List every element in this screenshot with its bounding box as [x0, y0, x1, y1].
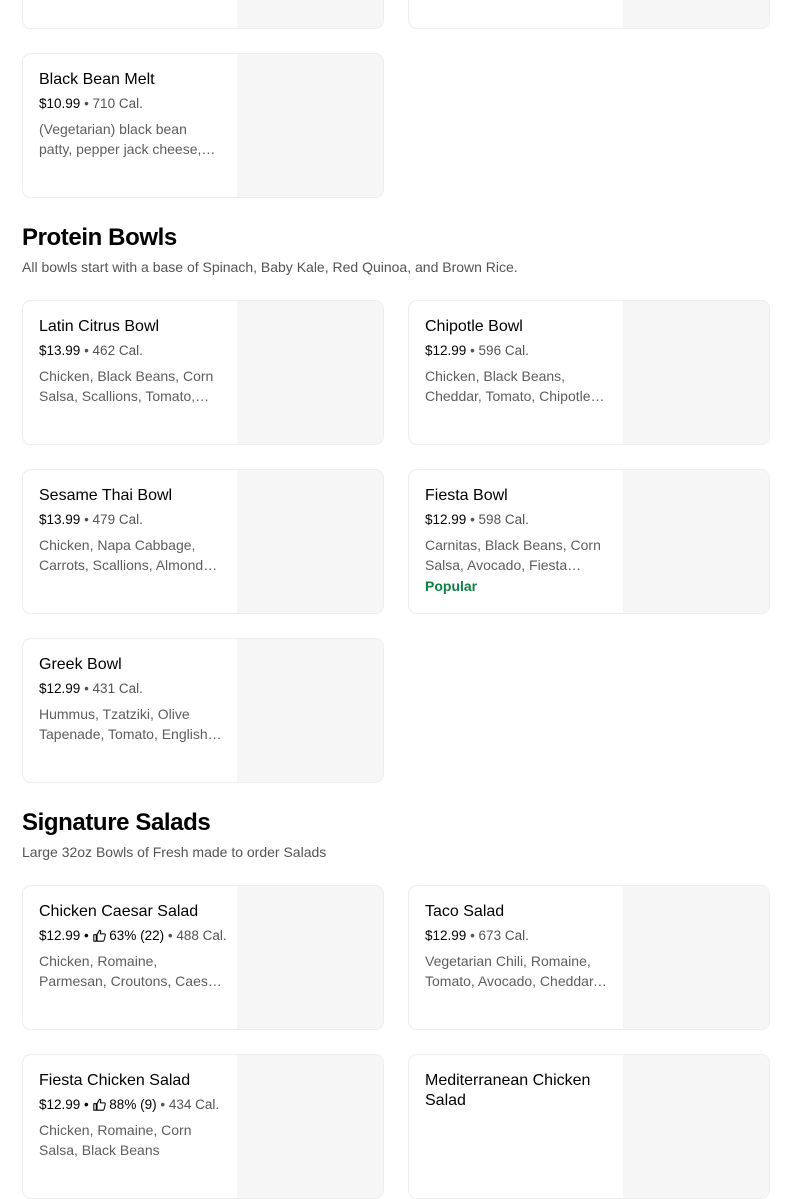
- menu-item-card[interactable]: [408, 0, 770, 29]
- menu-item-price: $12.99: [39, 1097, 81, 1112]
- menu-item-price: $13.99: [39, 343, 81, 358]
- menu-item-calories: 710 Cal.: [92, 96, 143, 111]
- menu-item-rating: 63% (22): [109, 928, 165, 943]
- menu-item-image: [237, 0, 383, 28]
- section-title: Protein Bowls: [22, 224, 177, 251]
- menu-item-card[interactable]: Black Bean Melt $10.99 • 710 Cal. (Vegetar…: [22, 53, 384, 198]
- menu-item-card[interactable]: Sesame Thai Bowl $13.99 • 479 Cal. Chicken…: [22, 469, 384, 614]
- section-header: Protein Bowls All bowls start with a base…: [22, 224, 772, 276]
- menu-item-info: Taco Salad $12.99 • 673 Cal. Vegetarian Ch…: [425, 902, 609, 991]
- menu-item-description: Chicken, Romaine, Parmesan, Croutons, Ca…: [39, 953, 221, 989]
- section-subtitle: Large 32oz Bowls of Fresh made to order …: [22, 844, 327, 860]
- menu-item-name: Chicken Caesar Salad: [39, 903, 199, 920]
- menu-item-card[interactable]: Latin Citrus Bowl $13.99 • 462 Cal. Chicke…: [22, 300, 384, 445]
- menu-item-card[interactable]: Chipotle Bowl $12.99 • 596 Cal. Chicken, B…: [408, 300, 770, 445]
- section-title: Signature Salads: [22, 809, 211, 836]
- popular-badge: Popular: [425, 578, 478, 594]
- menu-item-card[interactable]: Fiesta Bowl $12.99 • 598 Cal. Carnitas, Bl…: [408, 469, 770, 614]
- menu-item-calories: 673 Cal.: [478, 928, 529, 943]
- thumbs-up-icon: [92, 929, 106, 942]
- menu-grid: Black Bean Melt $10.99 • 710 Cal. (Vegetar…: [22, 0, 772, 198]
- thumbs-up-icon: [92, 1098, 106, 1111]
- menu-item-calories: 596 Cal.: [478, 343, 529, 358]
- menu-item-meta: $12.99 • 596 Cal.: [425, 343, 529, 358]
- menu-item-price: $12.99: [425, 343, 467, 358]
- menu-item-rating: 88% (9): [109, 1097, 157, 1112]
- menu-item-description: Chicken, Black Beans, Cheddar, Tomato, C…: [425, 368, 591, 404]
- menu-item-card[interactable]: Mediterranean Chicken Salad: [408, 1054, 770, 1199]
- menu-item-name: Greek Bowl: [39, 656, 122, 673]
- menu-item-price: $12.99: [39, 681, 81, 696]
- menu-item-name: Black Bean Melt: [39, 71, 155, 88]
- menu-item-price: $10.99: [39, 96, 81, 111]
- menu-item-card[interactable]: [22, 0, 384, 29]
- menu-item-name: Chipotle Bowl: [425, 318, 523, 335]
- menu-item-calories: 434 Cal.: [168, 1097, 220, 1112]
- menu-item-meta: $12.99 • 431 Cal.: [39, 681, 143, 696]
- menu-item-meta: $12.99 • 88% (9) • 434 Cal.: [39, 1097, 220, 1112]
- menu-item-description: (Vegetarian) black bean patty, pepper ja…: [39, 121, 202, 157]
- menu-item-name: Latin Citrus Bowl: [39, 318, 160, 335]
- menu-item-price: $13.99: [39, 512, 81, 527]
- menu-item-calories: 488 Cal.: [176, 928, 227, 943]
- menu-item-image: [237, 886, 383, 1029]
- menu-item-info: Sesame Thai Bowl $13.99 • 479 Cal. Chicken…: [39, 486, 223, 575]
- menu-item-image: [623, 1055, 769, 1198]
- menu-item-calories: 431 Cal.: [92, 681, 143, 696]
- menu-item-meta: $12.99 • 673 Cal.: [425, 928, 529, 943]
- section-subtitle: All bowls start with a base of Spinach, …: [22, 259, 518, 275]
- menu-item-image: [237, 470, 383, 613]
- menu-item-description: Chicken, Napa Cabbage, Carrots, Scallion…: [39, 537, 215, 573]
- menu-item-price: $12.99: [39, 928, 81, 943]
- menu-item-meta: $12.99 • 598 Cal.: [425, 512, 529, 527]
- menu-item-meta: $10.99 • 710 Cal.: [39, 96, 143, 111]
- menu-item-image: [237, 639, 383, 782]
- menu-item-meta: $12.99 • 63% (22) • 488 Cal.: [39, 928, 227, 943]
- menu-page: Black Bean Melt $10.99 • 710 Cal. (Vegetar…: [22, 0, 772, 1199]
- menu-item-info: Latin Citrus Bowl $13.99 • 462 Cal. Chicke…: [39, 317, 223, 406]
- menu-item-info: Fiesta Bowl $12.99 • 598 Cal. Carnitas, Bl…: [425, 486, 609, 595]
- menu-item-name: Fiesta Chicken Salad: [39, 1072, 191, 1089]
- menu-grid: Chicken Caesar Salad $12.99 • 63% (22) • …: [22, 885, 772, 1199]
- section-header: Signature Salads Large 32oz Bowls of Fres…: [22, 809, 772, 861]
- menu-item-name: Sesame Thai Bowl: [39, 487, 173, 504]
- menu-item-description: Carnitas, Black Beans, Corn Salsa, Avoca…: [425, 537, 601, 573]
- menu-item-image: [623, 886, 769, 1029]
- menu-item-image: [237, 301, 383, 444]
- menu-item-calories: 462 Cal.: [92, 343, 143, 358]
- menu-item-card[interactable]: Chicken Caesar Salad $12.99 • 63% (22) • …: [22, 885, 384, 1030]
- menu-item-price: $12.99: [425, 928, 467, 943]
- menu-item-info: Mediterranean Chicken Salad: [425, 1071, 609, 1116]
- menu-item-info: Chipotle Bowl $12.99 • 596 Cal. Chicken, B…: [425, 317, 609, 406]
- menu-item-calories: 598 Cal.: [478, 512, 529, 527]
- menu-item-info: Chicken Caesar Salad $12.99 • 63% (22) • …: [39, 902, 227, 991]
- menu-item-price: $12.99: [425, 512, 467, 527]
- menu-item-description: Vegetarian Chili, Romaine, Tomato, Avoca…: [425, 953, 597, 989]
- menu-grid: Latin Citrus Bowl $13.99 • 462 Cal. Chicke…: [22, 300, 772, 783]
- menu-item-name: Fiesta Bowl: [425, 487, 508, 504]
- menu-item-image: [623, 470, 769, 613]
- menu-item-info: Greek Bowl $12.99 • 431 Cal. Hummus, Tzatz…: [39, 655, 223, 744]
- menu-item-image: [623, 301, 769, 444]
- menu-item-meta: $13.99 • 462 Cal.: [39, 343, 143, 358]
- menu-item-image: [237, 1055, 383, 1198]
- menu-item-info: Fiesta Chicken Salad $12.99 • 88% (9) • 4…: [39, 1071, 223, 1160]
- menu-item-meta: $13.99 • 479 Cal.: [39, 512, 143, 527]
- menu-item-info: Black Bean Melt $10.99 • 710 Cal. (Vegetar…: [39, 70, 223, 159]
- menu-item-description: Chicken, Romaine, Corn Salsa, Black Bean…: [39, 1122, 192, 1158]
- menu-item-card[interactable]: Fiesta Chicken Salad $12.99 • 88% (9) • 4…: [22, 1054, 384, 1199]
- menu-item-description: Hummus, Tzatziki, Olive Tapenade, Tomato…: [39, 706, 208, 742]
- menu-item-name: Taco Salad: [425, 903, 505, 920]
- menu-item-card[interactable]: Greek Bowl $12.99 • 431 Cal. Hummus, Tzatz…: [22, 638, 384, 783]
- menu-item-name: Mediterranean Chicken Salad: [425, 1072, 591, 1109]
- menu-item-image: [623, 0, 769, 28]
- menu-item-description: Chicken, Black Beans, Corn Salsa, Scalli…: [39, 368, 214, 404]
- menu-item-calories: 479 Cal.: [92, 512, 143, 527]
- menu-item-card[interactable]: Taco Salad $12.99 • 673 Cal. Vegetarian Ch…: [408, 885, 770, 1030]
- menu-item-image: [237, 54, 383, 197]
